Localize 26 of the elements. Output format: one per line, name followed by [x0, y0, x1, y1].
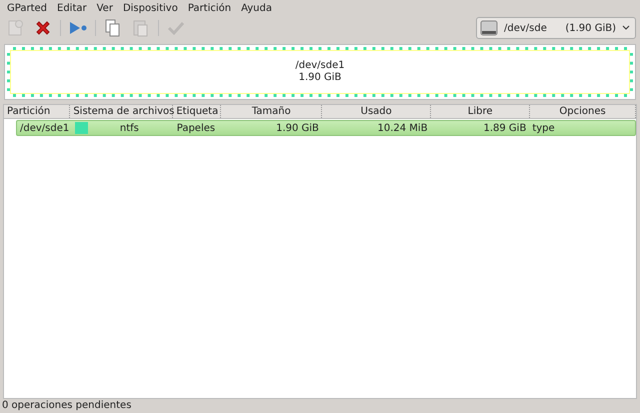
table-row[interactable]: /dev/sde1 ntfs Papeles 1.90 GiB 10.24 MiB 1.89 GiB type: [16, 120, 636, 136]
partition-size: 1.90 GiB: [298, 72, 342, 84]
device-selector[interactable]: /dev/sde (1.90 GiB): [476, 17, 636, 39]
table-cell-text: 10.24 MiB: [376, 122, 429, 134]
menu-item[interactable]: Dispositivo: [118, 2, 183, 14]
column-header[interactable]: Usado: [322, 105, 432, 118]
table-cell-text: /dev/sde1: [19, 122, 70, 134]
menu-item[interactable]: GParted: [2, 2, 52, 14]
column-header[interactable]: Opciones: [530, 105, 636, 118]
column-header[interactable]: Partición: [4, 105, 70, 118]
table-cell-text: Papeles: [176, 122, 216, 134]
table-cell-text: 1.90 GiB: [275, 122, 320, 134]
table-cell-text: ntfs: [118, 122, 140, 134]
menu-item[interactable]: Partición: [182, 2, 236, 14]
status-text: 0 operaciones pendientes: [1, 399, 132, 413]
menu-item[interactable]: Editar: [52, 2, 92, 14]
table-cell-text: 1.89 GiB: [482, 122, 528, 134]
column-header[interactable]: Sistema de archivos: [70, 105, 174, 118]
table-cell-text: type: [531, 122, 556, 134]
column-header[interactable]: Etiqueta: [173, 105, 222, 118]
menu-item[interactable]: Ayuda: [236, 2, 277, 14]
partition-name: /dev/sde1: [295, 60, 345, 72]
column-header[interactable]: Tamaño: [221, 105, 322, 118]
column-header[interactable]: Libre: [431, 105, 530, 118]
menu-item[interactable]: Ver: [92, 2, 118, 14]
partition-block[interactable]: /dev/sde1 1.90 GiB: [7, 47, 633, 97]
